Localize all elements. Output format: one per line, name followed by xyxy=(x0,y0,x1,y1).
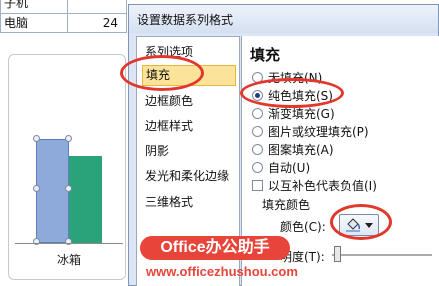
nav-item-glow-soft-edges[interactable]: 发光和柔化边缘 xyxy=(142,166,236,187)
nav-item-series-options[interactable]: 系列选项 xyxy=(142,42,236,63)
radio-solid-fill[interactable]: 纯色填充(S) xyxy=(252,88,333,104)
nav-item-shadow[interactable]: 阴影 xyxy=(142,141,236,162)
bar-series-1[interactable] xyxy=(36,139,69,243)
color-label: 颜色(C): xyxy=(280,220,326,234)
bar-series-2[interactable] xyxy=(69,156,102,243)
fill-color-dropdown[interactable] xyxy=(339,214,379,236)
selection-handle[interactable] xyxy=(33,135,40,142)
x-axis-line xyxy=(15,243,123,244)
radio-pattern-fill[interactable]: 图案填充(A) xyxy=(252,142,334,158)
dialog-titlebar[interactable]: 设置数据系列格式 xyxy=(129,5,438,33)
radio-indicator[interactable] xyxy=(252,108,263,119)
radio-label: 渐变填充(G) xyxy=(268,107,335,121)
checkbox-indicator[interactable] xyxy=(252,180,263,191)
radio-label: 图片或纹理填充(P) xyxy=(268,125,369,139)
cell-row-value[interactable] xyxy=(67,0,127,14)
radio-gradient-fill[interactable]: 渐变填充(G) xyxy=(252,106,335,122)
dialog-title: 设置数据系列格式 xyxy=(137,13,234,27)
radio-label: 自动(U) xyxy=(268,161,311,175)
chevron-down-icon xyxy=(365,223,373,228)
radio-label: 图案填充(A) xyxy=(268,143,334,157)
radio-label: 纯色填充(S) xyxy=(268,89,333,103)
nav-item-fill[interactable]: 填充 xyxy=(142,65,236,86)
nav-item-3d-format[interactable]: 三维格式 xyxy=(142,192,236,213)
cell-row-value[interactable]: 24 xyxy=(67,13,127,33)
watermark-badge: Office办公助手 xyxy=(140,236,290,260)
nav-item-border-style[interactable]: 边框样式 xyxy=(142,116,236,137)
paint-bucket-icon xyxy=(346,218,361,232)
cell-row-label[interactable]: 子机 xyxy=(0,0,68,14)
radio-automatic[interactable]: 自动(U) xyxy=(252,160,310,176)
cell-row-label[interactable]: 电脑 xyxy=(0,13,68,33)
category-label: 冰箱 xyxy=(57,253,82,267)
spreadsheet-area: 子机 电脑 24 冰箱 xyxy=(0,0,130,286)
checkbox-invert-negative[interactable]: 以互补色代表负值(I) xyxy=(252,178,377,194)
transparency-slider-knob[interactable] xyxy=(334,246,341,262)
selection-handle[interactable] xyxy=(65,135,72,142)
radio-label: 无填充(N) xyxy=(268,71,323,85)
radio-picture-texture-fill[interactable]: 图片或纹理填充(P) xyxy=(252,124,369,140)
radio-indicator[interactable] xyxy=(252,162,263,173)
radio-indicator[interactable] xyxy=(252,90,263,101)
radio-no-fill[interactable]: 无填充(N) xyxy=(252,70,322,86)
checkbox-label: 以互补色代表负值(I) xyxy=(268,179,377,193)
selection-handle[interactable] xyxy=(65,185,72,192)
fill-color-heading: 填充颜色 xyxy=(262,198,311,212)
radio-indicator[interactable] xyxy=(252,72,263,83)
watermark-url: www.officezhushou.com xyxy=(146,264,298,279)
transparency-slider-track[interactable] xyxy=(332,254,432,256)
selection-handle[interactable] xyxy=(33,185,40,192)
radio-indicator[interactable] xyxy=(252,144,263,155)
panel-title: 填充 xyxy=(250,46,281,64)
radio-indicator[interactable] xyxy=(252,126,263,137)
chart-area[interactable]: 冰箱 xyxy=(8,54,126,280)
nav-item-border-color[interactable]: 边框颜色 xyxy=(142,91,236,112)
